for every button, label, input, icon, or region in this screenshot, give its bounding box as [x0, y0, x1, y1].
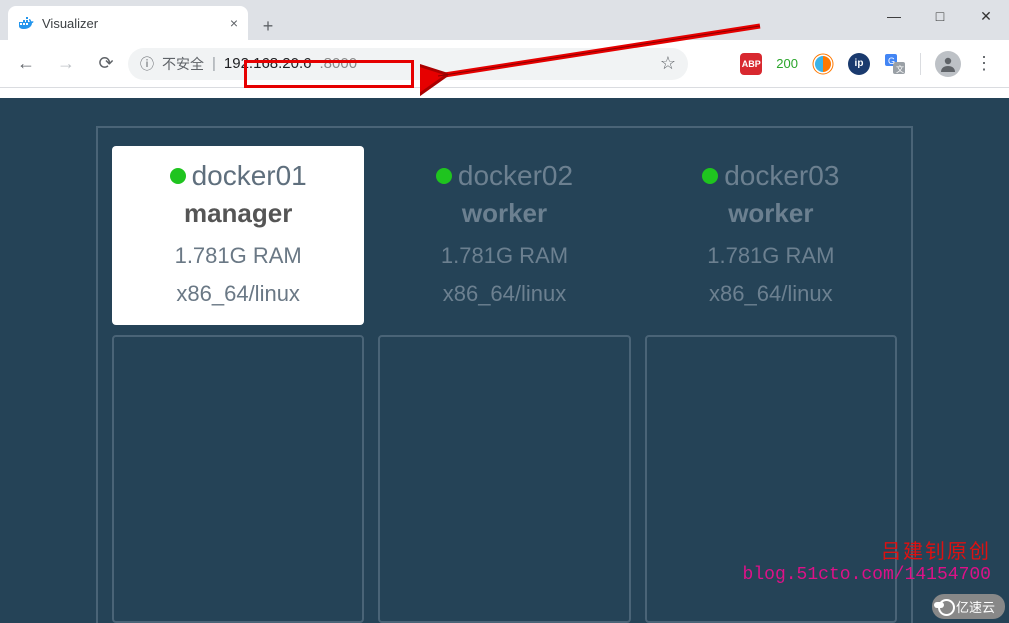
status-dot-icon	[702, 168, 718, 184]
node-ram: 1.781G RAM	[653, 243, 889, 269]
window-controls: — □ ✕	[871, 0, 1009, 40]
node-column: docker02 worker 1.781G RAM x86_64/linux	[378, 146, 630, 623]
node-ram: 1.781G RAM	[120, 243, 356, 269]
extension-icons: ABP 200 ip G文 ⋮	[740, 51, 1001, 77]
back-button[interactable]: ←	[8, 46, 44, 82]
node-role: manager	[120, 198, 356, 229]
browser-toolbar: ← → ⟳ ⓘ 不安全 | 192.168.20.6 :8000 ☆ ABP 20…	[0, 40, 1009, 88]
site-info-icon[interactable]: ⓘ	[140, 54, 154, 74]
node-name: docker01	[192, 160, 307, 192]
whale-favicon	[18, 15, 34, 31]
tab-title: Visualizer	[42, 16, 98, 31]
node-role: worker	[386, 198, 622, 229]
bookmark-star-icon[interactable]: ☆	[660, 53, 676, 74]
minimize-button[interactable]: —	[871, 0, 917, 32]
container-slot	[112, 335, 364, 623]
avast-extension-icon[interactable]	[812, 53, 834, 75]
tab-strip: Visualizer × + — □ ✕	[0, 0, 1009, 40]
url-host: 192.168.20.6	[224, 55, 312, 72]
container-slot	[378, 335, 630, 623]
node-arch: x86_64/linux	[653, 281, 889, 307]
google-translate-icon[interactable]: G文	[884, 53, 906, 75]
reload-button[interactable]: ⟳	[88, 46, 124, 82]
node-name: docker03	[724, 160, 839, 192]
url-port: :8000	[320, 55, 358, 72]
watermark-url: blog.51cto.com/14154700	[743, 565, 991, 585]
node-ram: 1.781G RAM	[386, 243, 622, 269]
maximize-button[interactable]: □	[917, 0, 963, 32]
corner-badge: 亿速云	[932, 594, 1005, 619]
node-arch: x86_64/linux	[386, 281, 622, 307]
svg-text:文: 文	[896, 64, 904, 74]
toolbar-separator	[920, 53, 921, 75]
address-bar[interactable]: ⓘ 不安全 | 192.168.20.6 :8000 ☆	[128, 48, 688, 80]
browser-tab[interactable]: Visualizer ×	[8, 6, 248, 40]
corner-badge-label: 亿速云	[956, 597, 995, 616]
profile-avatar[interactable]	[935, 51, 961, 77]
watermark-title: 吕建钊原创	[743, 535, 991, 565]
new-tab-button[interactable]: +	[254, 12, 282, 40]
page-viewport: docker01 manager 1.781G RAM x86_64/linux…	[0, 98, 1009, 623]
kebab-menu-icon[interactable]: ⋮	[975, 53, 993, 74]
node-name: docker02	[458, 160, 573, 192]
cloud-icon	[934, 602, 944, 608]
node-arch: x86_64/linux	[120, 281, 356, 307]
status-extension-icon[interactable]: 200	[776, 56, 798, 71]
omnibox-divider: |	[212, 55, 216, 72]
ip-extension-icon[interactable]: ip	[848, 53, 870, 75]
status-dot-icon	[170, 168, 186, 184]
insecure-label: 不安全	[162, 54, 204, 74]
forward-button: →	[48, 46, 84, 82]
status-dot-icon	[436, 168, 452, 184]
close-tab-icon[interactable]: ×	[230, 15, 238, 31]
close-window-button[interactable]: ✕	[963, 0, 1009, 32]
node-role: worker	[653, 198, 889, 229]
node-card-docker03[interactable]: docker03 worker 1.781G RAM x86_64/linux	[645, 146, 897, 325]
adblock-extension-icon[interactable]: ABP	[740, 53, 762, 75]
node-card-docker02[interactable]: docker02 worker 1.781G RAM x86_64/linux	[378, 146, 630, 325]
node-column: docker01 manager 1.781G RAM x86_64/linux	[112, 146, 364, 623]
watermark: 吕建钊原创 blog.51cto.com/14154700	[743, 535, 991, 585]
svg-text:G: G	[888, 56, 895, 66]
node-card-docker01[interactable]: docker01 manager 1.781G RAM x86_64/linux	[112, 146, 364, 325]
